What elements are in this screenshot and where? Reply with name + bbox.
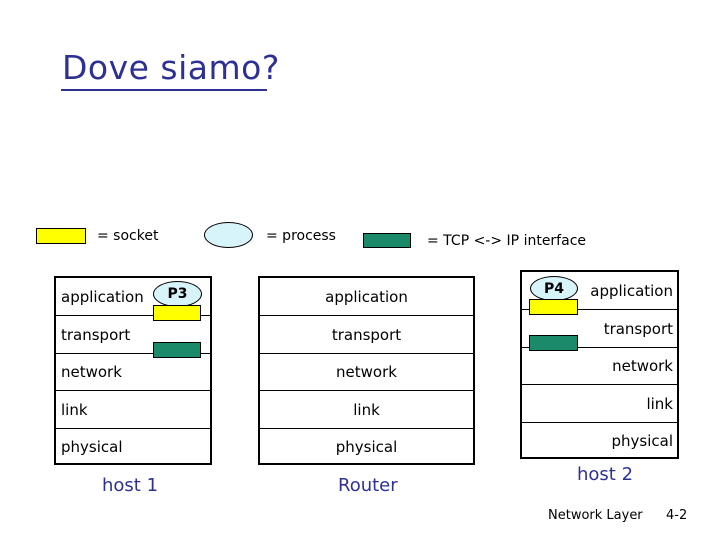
legend-process-swatch (204, 222, 253, 248)
process-label: P4 (543, 280, 564, 297)
legend-socket-swatch (36, 228, 86, 244)
router-layer-link: link (260, 390, 473, 428)
host2-layer-network: network (522, 347, 677, 384)
layer-label: network (336, 363, 397, 381)
layer-label: link (353, 400, 380, 419)
host2-socket (529, 299, 578, 315)
layer-label: transport (61, 325, 131, 344)
router-label: Router (338, 475, 398, 496)
layer-label: physical (335, 438, 398, 456)
layer-label: transport (603, 319, 673, 338)
host1-process-p3: P3 (153, 281, 202, 307)
layer-label: transport (331, 325, 402, 344)
host2-tcp-ip-interface (529, 335, 578, 351)
host1-label: host 1 (102, 475, 159, 496)
host1-layer-physical: physical (56, 428, 210, 465)
host1-layer-link: link (56, 390, 210, 428)
layer-label: link (646, 394, 673, 413)
host2-process-p4: P4 (530, 276, 578, 301)
router-layer-network: network (260, 353, 473, 390)
layer-label: network (612, 357, 673, 375)
host2-label: host 2 (577, 464, 634, 485)
host1-tcp-ip-interface (153, 342, 201, 358)
router-layer-physical: physical (260, 428, 473, 465)
legend-process-label: = process (266, 228, 336, 244)
slide-title: Dove siamo? (62, 48, 280, 87)
router-stack: application transport network link physi… (258, 276, 475, 465)
router-layer-transport: transport (260, 315, 473, 353)
host2-layer-physical: physical (522, 422, 677, 459)
layer-label: application (61, 287, 144, 306)
legend-tcp-ip-swatch (363, 233, 411, 248)
page-number: 4-2 (666, 508, 688, 523)
process-label: P3 (167, 286, 188, 302)
router-layer-application: application (260, 278, 473, 315)
host1-layer-network: network (56, 353, 210, 390)
footer-label: Network Layer (548, 508, 643, 523)
title-underline (61, 89, 267, 91)
legend-socket-label: = socket (97, 228, 159, 244)
layer-label: physical (61, 438, 123, 456)
host2-layer-link: link (522, 384, 677, 422)
layer-label: application (590, 281, 673, 300)
legend-tcp-ip-label: = TCP <-> IP interface (427, 233, 587, 249)
layer-label: physical (611, 432, 674, 450)
layer-label: network (61, 363, 122, 381)
layer-label: application (325, 287, 408, 306)
host1-socket (153, 305, 201, 321)
layer-label: link (61, 400, 88, 419)
